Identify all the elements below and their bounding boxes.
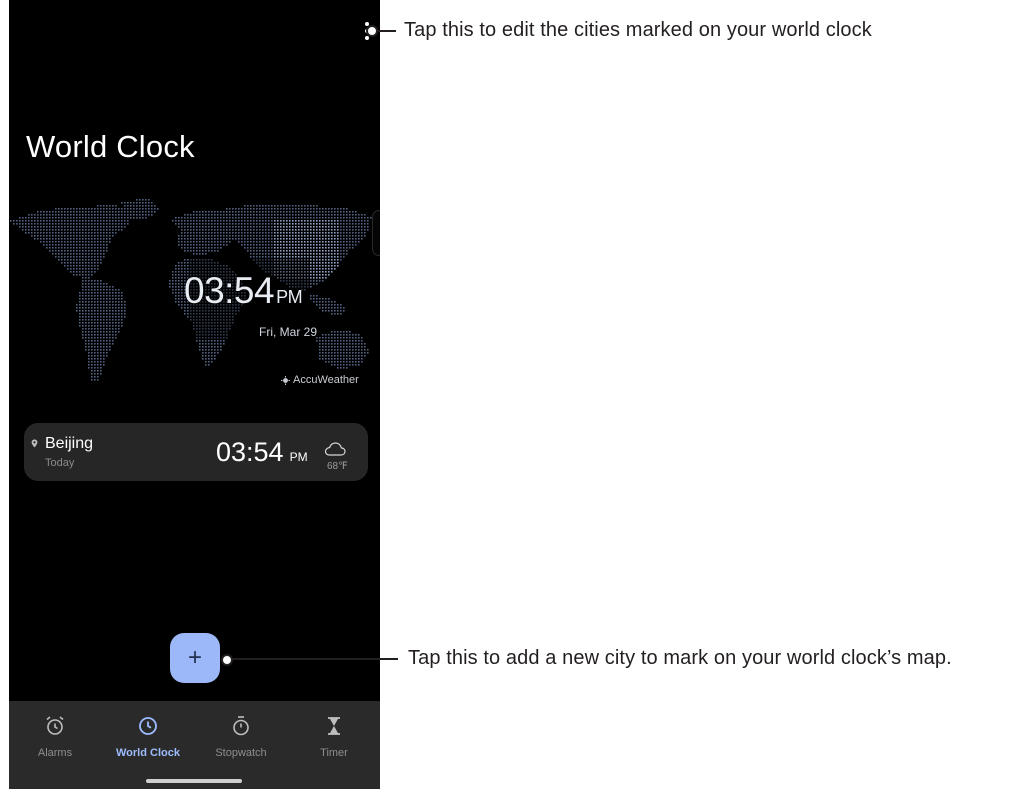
temperature: 68℉ xyxy=(327,461,348,472)
city-time-ampm: PM xyxy=(289,450,308,464)
map-time-value: 03:54 xyxy=(184,270,275,311)
side-panel-handle[interactable] xyxy=(372,210,380,256)
cloud-icon xyxy=(324,442,346,456)
map-local-time: 03:54 PM xyxy=(184,270,303,311)
clock-icon xyxy=(139,717,157,735)
tab-alarms[interactable]: Alarms xyxy=(9,715,101,759)
bottom-navigation: Alarms World Clock Stopwatch Timer xyxy=(9,701,380,789)
tab-timer-label: Timer xyxy=(320,747,348,759)
page-title: World Clock xyxy=(26,129,195,164)
map-date: Fri, Mar 29 xyxy=(259,325,318,339)
city-card-beijing[interactable]: Beijing Today 03:54 PM 68℉ xyxy=(24,423,368,481)
hourglass-icon xyxy=(328,717,340,735)
phone-screen: World Clock 03:54 PM Fri, Mar 29 AccuWea… xyxy=(9,0,380,789)
tab-world-clock-label: World Clock xyxy=(116,747,180,759)
accuweather-logo-icon xyxy=(281,375,290,385)
alarm-clock-icon xyxy=(46,716,64,735)
callout-add-line xyxy=(232,658,398,660)
callout-menu-line xyxy=(378,30,396,32)
city-day: Today xyxy=(45,457,75,469)
map-time-ampm: PM xyxy=(276,287,303,307)
city-time: 03:54 PM xyxy=(216,439,308,466)
accuweather-label: AccuWeather xyxy=(293,374,359,386)
home-indicator[interactable] xyxy=(146,779,242,783)
callout-add-dot xyxy=(221,654,233,666)
tab-stopwatch[interactable]: Stopwatch xyxy=(195,715,287,759)
plus-icon: + xyxy=(187,644,202,671)
callout-menu-dot xyxy=(366,25,378,37)
tab-timer[interactable]: Timer xyxy=(288,715,380,759)
callout-menu-text: Tap this to edit the cities marked on yo… xyxy=(404,19,872,41)
add-city-button[interactable]: + xyxy=(170,633,220,683)
city-name: Beijing xyxy=(45,435,94,452)
tab-alarms-label: Alarms xyxy=(37,747,73,759)
stopwatch-icon xyxy=(233,716,249,736)
city-time-value: 03:54 xyxy=(216,437,284,467)
tab-stopwatch-label: Stopwatch xyxy=(215,747,267,759)
tab-world-clock[interactable]: World Clock xyxy=(102,715,194,759)
callout-add-text: Tap this to add a new city to mark on yo… xyxy=(408,647,952,669)
accuweather-attribution[interactable]: AccuWeather xyxy=(281,374,359,386)
location-pin-icon xyxy=(31,439,38,448)
